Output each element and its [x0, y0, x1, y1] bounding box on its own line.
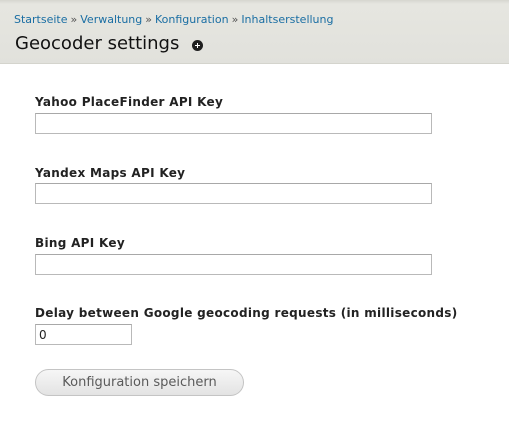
yandex-api-key-label: Yandex Maps API Key — [35, 166, 186, 180]
breadcrumb-link-verwaltung[interactable]: Verwaltung — [80, 13, 142, 26]
breadcrumb-separator: » — [70, 13, 78, 26]
breadcrumb: Startseite» Verwaltung» Konfiguration» Inha… — [14, 13, 333, 26]
yahoo-api-key-input[interactable] — [35, 113, 432, 134]
breadcrumb-link-inhaltserstellung[interactable]: Inhaltserstellung — [241, 13, 333, 26]
delay-input[interactable] — [35, 324, 132, 345]
breadcrumb-separator: » — [231, 13, 239, 26]
page-title: Geocoder settings — [15, 33, 180, 54]
page-header: Startseite» Verwaltung» Konfiguration» Inha… — [0, 0, 509, 64]
breadcrumb-separator: » — [145, 13, 152, 26]
bing-api-key-label: Bing API Key — [35, 236, 125, 250]
save-configuration-button[interactable]: Konfiguration speichern — [35, 369, 244, 396]
add-shortcut-icon[interactable] — [192, 39, 204, 51]
breadcrumb-link-startseite[interactable]: Startseite — [14, 13, 68, 26]
yandex-api-key-input[interactable] — [35, 183, 432, 204]
page-title-row: Geocoder settings — [15, 33, 204, 54]
bing-api-key-input[interactable] — [35, 254, 432, 275]
delay-label: Delay between Google geocoding requests … — [35, 306, 458, 320]
yahoo-api-key-label: Yahoo PlaceFinder API Key — [35, 95, 224, 109]
breadcrumb-link-konfiguration[interactable]: Konfiguration — [155, 13, 229, 26]
